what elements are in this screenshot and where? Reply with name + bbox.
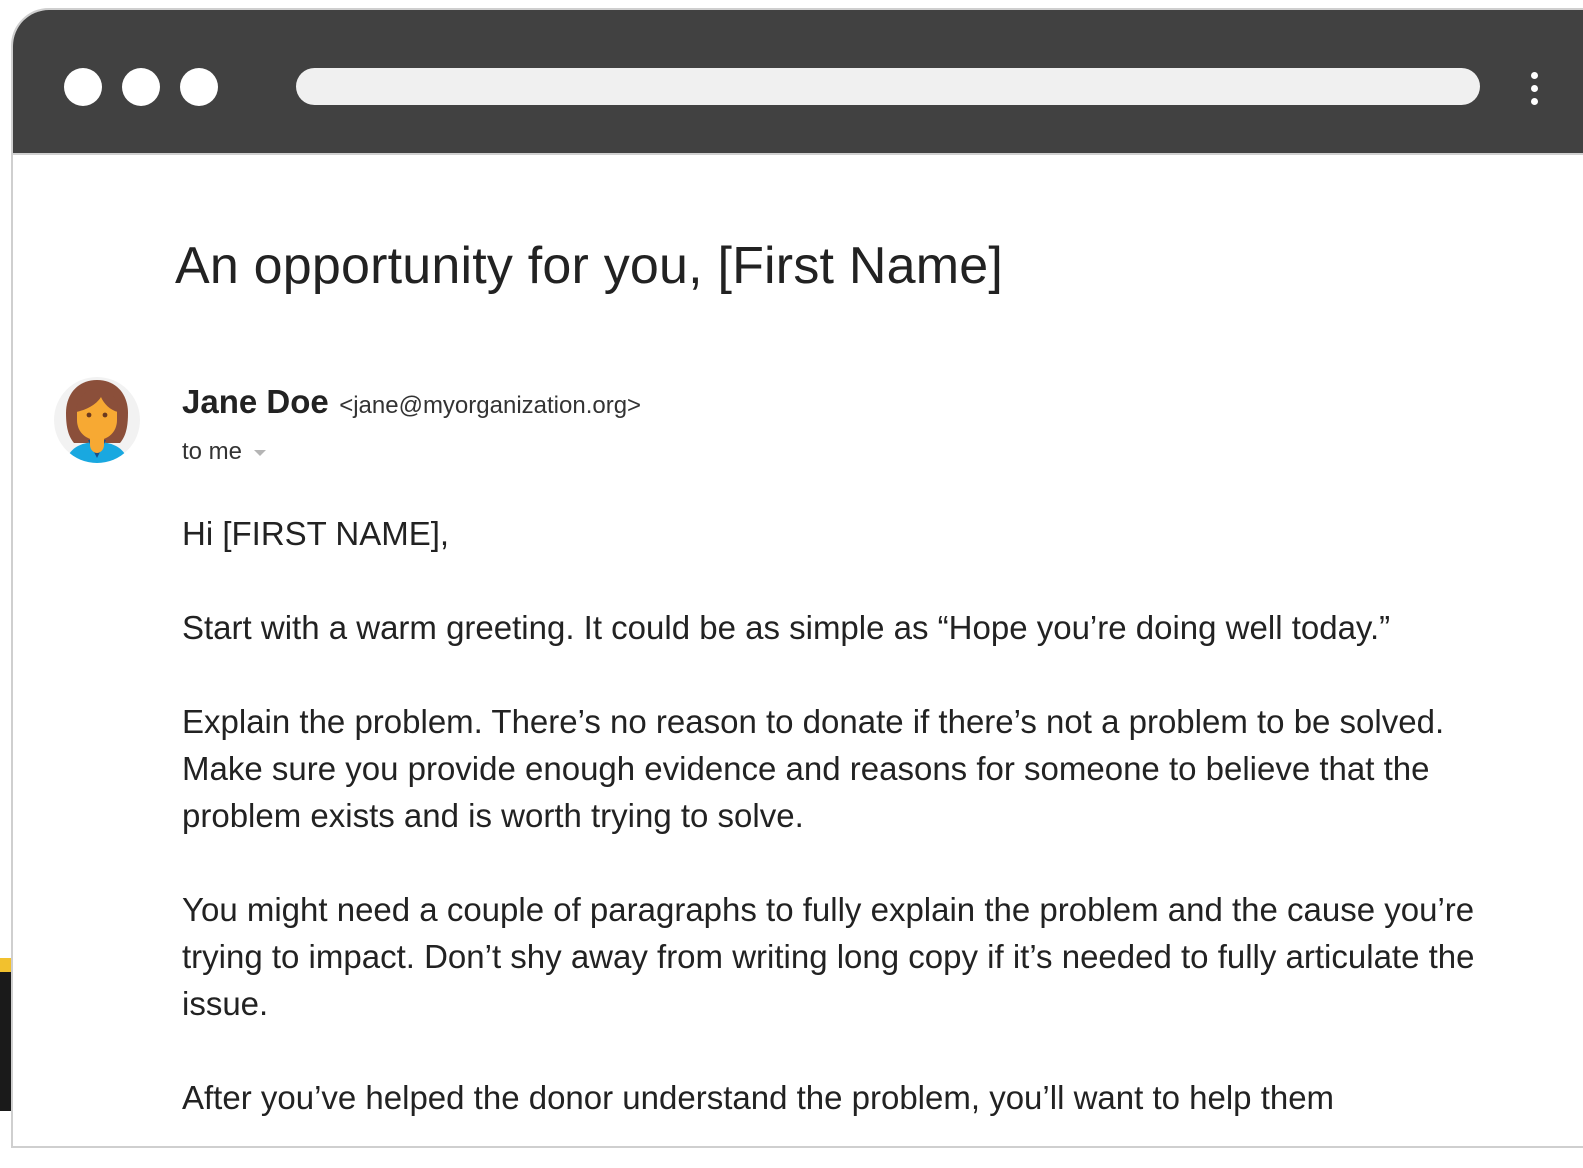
email-greeting: Hi [FIRST NAME],	[182, 515, 450, 552]
close-window-button[interactable]	[64, 68, 102, 106]
email-paragraph: Explain the problem. There’s no reason t…	[182, 703, 1445, 834]
email-subject: An opportunity for you, [First Name]	[175, 237, 1003, 295]
avatar-eye-left	[86, 412, 92, 418]
avatar-eye-right	[102, 412, 108, 418]
email-paragraph: After you’ve helped the donor understand…	[182, 1079, 1335, 1116]
minimize-window-button[interactable]	[122, 68, 160, 106]
address-bar[interactable]	[296, 68, 1480, 105]
maximize-window-button[interactable]	[180, 68, 218, 106]
sender-email: <jane@myorganization.org>	[339, 392, 642, 419]
email-paragraph: Start with a warm greeting. It could be …	[182, 609, 1391, 646]
kebab-dot	[1531, 98, 1538, 105]
kebab-dot	[1531, 72, 1538, 79]
sender-line: Jane Doe <jane@myorganization.org>	[182, 383, 641, 421]
kebab-dot	[1531, 85, 1538, 92]
recipient-label: to me	[182, 438, 243, 465]
woman-avatar-icon	[66, 380, 128, 463]
browser-titlebar	[13, 10, 1583, 155]
email-paragraph: You might need a couple of paragraphs to…	[182, 891, 1475, 1022]
email-body: Hi [FIRST NAME], Start with a warm greet…	[182, 510, 1512, 1168]
sender-name[interactable]: Jane Doe	[182, 383, 329, 420]
sender-avatar	[54, 377, 140, 463]
recipient-dropdown[interactable]: to me	[182, 438, 267, 466]
kebab-menu-icon[interactable]	[1519, 67, 1549, 111]
chevron-down-icon	[254, 449, 267, 456]
